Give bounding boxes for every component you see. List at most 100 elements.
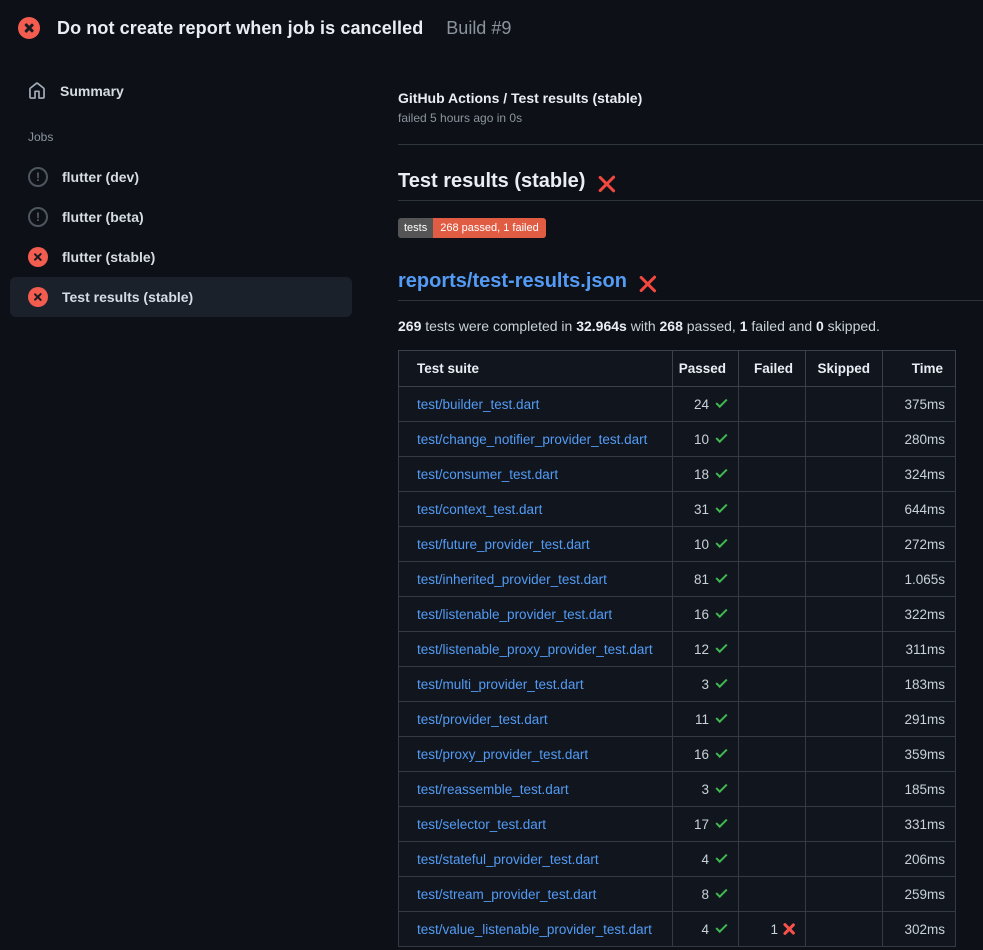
test-suite-link[interactable]: test/change_notifier_provider_test.dart <box>417 432 647 447</box>
table-row: test/selector_test.dart 17 331ms <box>399 807 956 842</box>
summary-text: passed, <box>683 318 740 334</box>
skipped-cell <box>806 772 883 807</box>
workflow-run-title: Do not create report when job is cancell… <box>57 18 423 39</box>
passed-cell: 4 <box>673 912 739 947</box>
summary-text: with <box>627 318 660 334</box>
table-row: test/multi_provider_test.dart 3 183ms <box>399 667 956 702</box>
col-header-skipped: Skipped <box>806 351 883 387</box>
table-row: test/future_provider_test.dart 10 272ms <box>399 527 956 562</box>
skipped-cell <box>806 387 883 422</box>
passed-cell: 17 <box>673 807 739 842</box>
skipped-cell <box>806 422 883 457</box>
time-cell: 206ms <box>883 842 956 877</box>
suite-cell: test/stream_provider_test.dart <box>399 877 673 912</box>
passed-cell: 16 <box>673 737 739 772</box>
failed-cell <box>739 562 806 597</box>
suite-cell: test/selector_test.dart <box>399 807 673 842</box>
job-label: flutter (dev) <box>62 169 139 185</box>
jobs-section-label: Jobs <box>28 130 382 146</box>
failed-cell <box>739 457 806 492</box>
check-icon <box>715 536 727 548</box>
suite-cell: test/builder_test.dart <box>399 387 673 422</box>
test-summary-sentence: 269 tests were completed in 32.964s with… <box>398 318 983 334</box>
check-icon <box>715 781 727 793</box>
run-sidebar: Summary Jobs flutter (dev) flutter (beta… <box>0 52 382 317</box>
sidebar-item-flutter-beta[interactable]: flutter (beta) <box>10 197 352 237</box>
time-cell: 1.065s <box>883 562 956 597</box>
test-suite-link[interactable]: test/value_listenable_provider_test.dart <box>417 922 652 937</box>
test-suite-link[interactable]: test/context_test.dart <box>417 502 542 517</box>
skipped-cell <box>806 667 883 702</box>
test-suite-link[interactable]: test/listenable_proxy_provider_test.dart <box>417 642 653 657</box>
summary-text: failed and <box>748 318 817 334</box>
time-cell: 359ms <box>883 737 956 772</box>
test-suite-link[interactable]: test/proxy_provider_test.dart <box>417 747 588 762</box>
sidebar-item-test-results-stable[interactable]: Test results (stable) <box>10 277 352 317</box>
test-suite-link[interactable]: test/stream_provider_test.dart <box>417 887 596 902</box>
cancelled-status-icon <box>28 207 48 227</box>
check-icon <box>715 746 727 758</box>
test-suite-link[interactable]: test/builder_test.dart <box>417 397 539 412</box>
test-suite-link[interactable]: test/provider_test.dart <box>417 712 548 727</box>
check-icon <box>715 816 727 828</box>
sidebar-item-flutter-stable[interactable]: flutter (stable) <box>10 237 352 277</box>
passed-cell: 81 <box>673 562 739 597</box>
test-suite-link[interactable]: test/listenable_provider_test.dart <box>417 607 612 622</box>
breadcrumb: GitHub Actions / Test results (stable) <box>398 90 983 106</box>
skipped-cell <box>806 457 883 492</box>
summary-text: skipped. <box>824 318 880 334</box>
table-row: test/listenable_proxy_provider_test.dart… <box>399 632 956 667</box>
failed-cell <box>739 422 806 457</box>
suite-cell: test/consumer_test.dart <box>399 457 673 492</box>
check-icon <box>715 711 727 723</box>
table-row: test/stateful_provider_test.dart 4 206ms <box>399 842 956 877</box>
passed-cell: 16 <box>673 597 739 632</box>
failed-status-icon <box>28 247 48 267</box>
check-icon <box>715 676 727 688</box>
sidebar-summary-label: Summary <box>60 83 124 99</box>
report-file-link[interactable]: reports/test-results.json <box>398 270 627 293</box>
skipped-cell <box>806 527 883 562</box>
suite-cell: test/future_provider_test.dart <box>399 527 673 562</box>
cancelled-status-icon <box>28 167 48 187</box>
test-suite-link[interactable]: test/future_provider_test.dart <box>417 537 590 552</box>
test-suite-link[interactable]: test/multi_provider_test.dart <box>417 677 584 692</box>
job-label: flutter (beta) <box>62 209 144 225</box>
time-cell: 331ms <box>883 807 956 842</box>
sidebar-item-flutter-dev[interactable]: flutter (dev) <box>10 157 352 197</box>
table-row: test/provider_test.dart 11 291ms <box>399 702 956 737</box>
table-row: test/context_test.dart 31 644ms <box>399 492 956 527</box>
table-row: test/stream_provider_test.dart 8 259ms <box>399 877 956 912</box>
test-suite-link[interactable]: test/consumer_test.dart <box>417 467 558 482</box>
col-header-time: Time <box>883 351 956 387</box>
suite-cell: test/context_test.dart <box>399 492 673 527</box>
suite-cell: test/listenable_proxy_provider_test.dart <box>399 632 673 667</box>
test-results-table: Test suite Passed Failed Skipped Time te… <box>398 350 956 947</box>
skipped-cell <box>806 842 883 877</box>
check-icon <box>715 921 727 933</box>
report-title: reports/test-results.json <box>398 270 983 301</box>
skipped-cell <box>806 737 883 772</box>
passed-cell: 3 <box>673 667 739 702</box>
passed-cell: 24 <box>673 387 739 422</box>
time-cell: 183ms <box>883 667 956 702</box>
failed-cell <box>739 667 806 702</box>
test-suite-link[interactable]: test/reassemble_test.dart <box>417 782 569 797</box>
check-icon <box>715 466 727 478</box>
check-icon <box>715 851 727 863</box>
table-row: test/proxy_provider_test.dart 16 359ms <box>399 737 956 772</box>
failed-cell <box>739 842 806 877</box>
table-header-row: Test suite Passed Failed Skipped Time <box>399 351 956 387</box>
passed-cell: 18 <box>673 457 739 492</box>
test-suite-link[interactable]: test/selector_test.dart <box>417 817 546 832</box>
sidebar-item-summary[interactable]: Summary <box>10 74 352 108</box>
time-cell: 259ms <box>883 877 956 912</box>
section-title-text: Test results (stable) <box>398 170 585 193</box>
test-suite-link[interactable]: test/stateful_provider_test.dart <box>417 852 599 867</box>
table-row: test/value_listenable_provider_test.dart… <box>399 912 956 947</box>
test-suite-link[interactable]: test/inherited_provider_test.dart <box>417 572 607 587</box>
suite-cell: test/proxy_provider_test.dart <box>399 737 673 772</box>
failed-cell <box>739 737 806 772</box>
build-header: Do not create report when job is cancell… <box>0 0 983 52</box>
skipped-cell <box>806 807 883 842</box>
